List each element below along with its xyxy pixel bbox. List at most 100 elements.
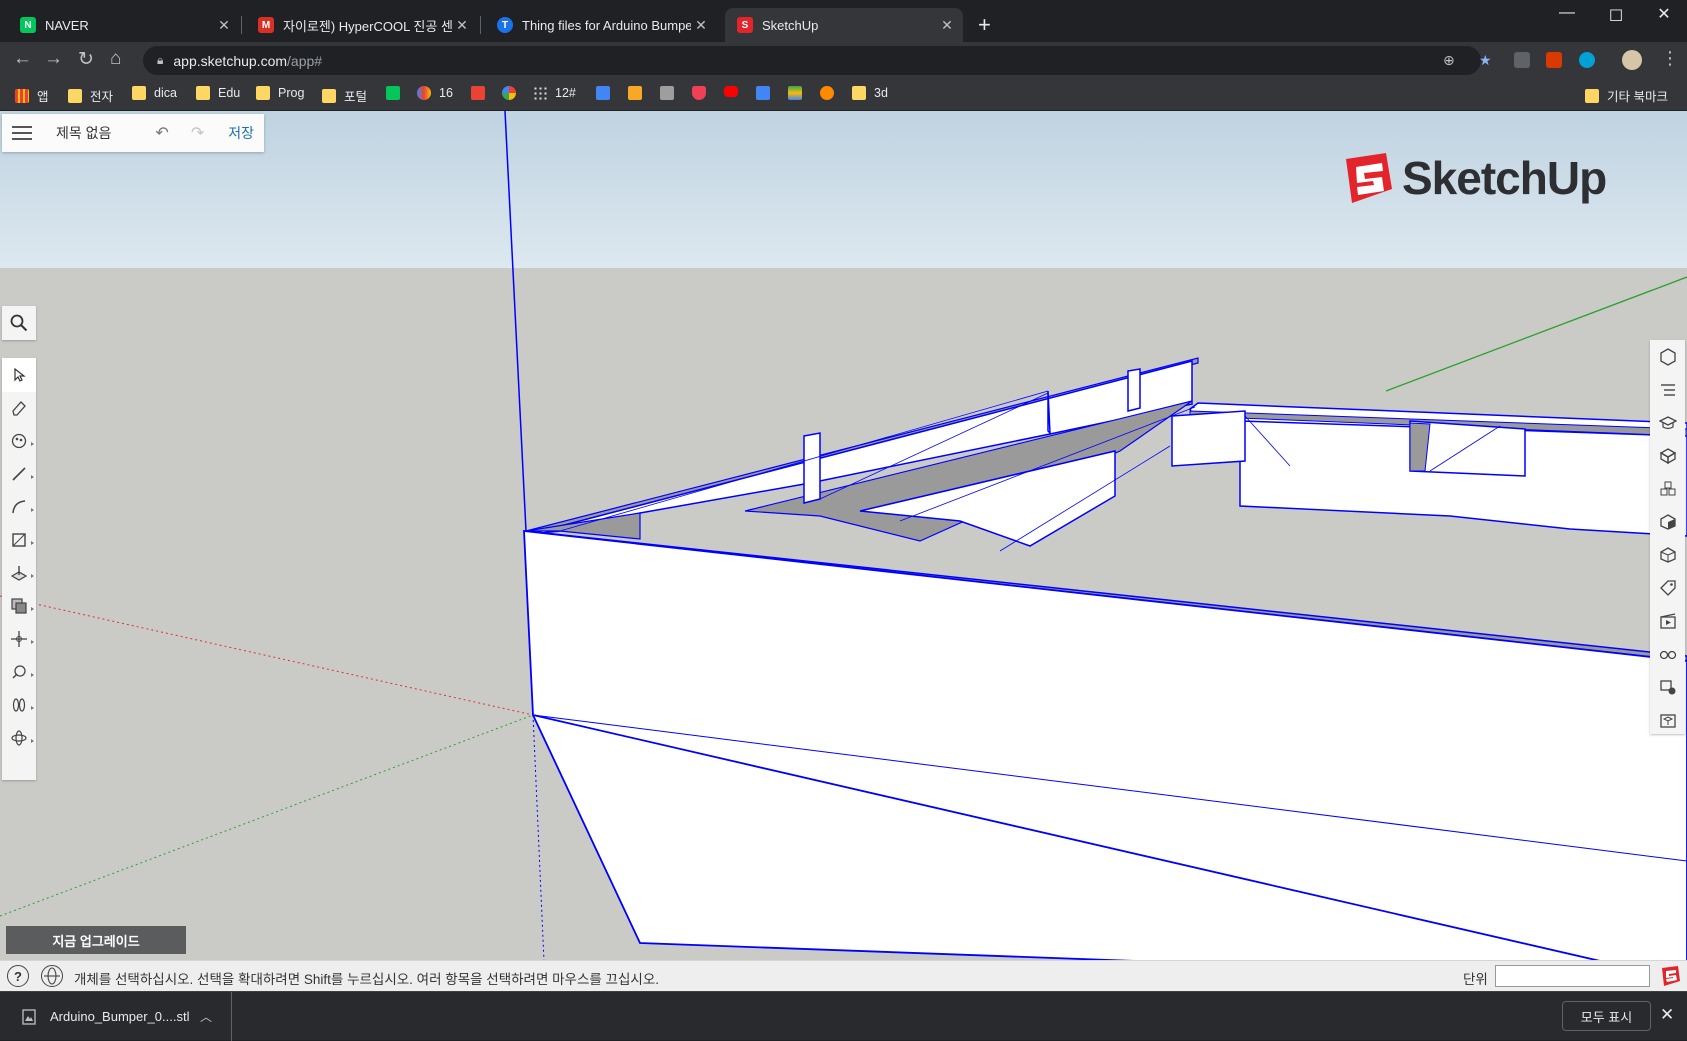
tab-sketchup[interactable]: S SketchUp ✕: [725, 8, 963, 42]
bookmark-dots[interactable]: 12#: [533, 86, 576, 100]
scenes-button[interactable]: [1650, 604, 1685, 637]
3d-warehouse-button[interactable]: [1650, 703, 1685, 736]
3d-warehouse-icon: [1659, 713, 1676, 728]
styles-button[interactable]: [1650, 505, 1685, 538]
maximize-icon[interactable]: ☐: [1596, 6, 1636, 26]
tab-naver[interactable]: N NAVER ✕: [8, 8, 240, 42]
display-icon: [1659, 650, 1676, 659]
bookmark-naver[interactable]: [386, 86, 408, 100]
tape-measure-tool[interactable]: [2, 655, 36, 689]
pencil-tool[interactable]: [2, 457, 36, 491]
home-icon[interactable]: ⌂: [110, 48, 121, 70]
tags-button[interactable]: [1650, 571, 1685, 604]
bookmark-folder[interactable]: 전자: [68, 86, 113, 105]
tab-thingiverse[interactable]: T Thing files for Arduino Bumper ✕: [485, 8, 717, 42]
display-button[interactable]: [1650, 637, 1685, 670]
search-button[interactable]: [2, 306, 36, 340]
folder-icon: [256, 86, 270, 100]
save-button[interactable]: 저장: [228, 123, 254, 143]
tags-icon: [1659, 579, 1676, 596]
select-tool[interactable]: [2, 358, 36, 392]
tab-hypercool[interactable]: M 자이로젠) HyperCOOL 진공 센서 ✕: [246, 8, 478, 42]
bookmark-folder[interactable]: 포털: [322, 86, 367, 105]
components-button[interactable]: [1650, 439, 1685, 472]
bookmark-translate[interactable]: [756, 86, 778, 100]
back-icon[interactable]: ←: [13, 48, 32, 70]
rectangle-tool[interactable]: [2, 523, 36, 557]
help-icon[interactable]: ?: [7, 965, 29, 987]
bookmark-folder[interactable]: Edu: [196, 86, 240, 100]
address-bar[interactable]: 🔒︎ app.sketchup.com/app# ⊕ ★: [143, 46, 1492, 75]
bookmark-daum[interactable]: 16: [417, 86, 453, 100]
outliner-icon: [1660, 383, 1675, 396]
bookmark-gmail[interactable]: [471, 86, 493, 100]
bookmark-star-icon[interactable]: ★: [1479, 52, 1492, 69]
bookmark-folder[interactable]: dica: [132, 86, 177, 100]
outliner-button[interactable]: [1650, 373, 1685, 406]
bookmark-swirl[interactable]: [820, 86, 842, 100]
upgrade-now-button[interactable]: 지금 업그레이드: [6, 926, 186, 954]
move-tool[interactable]: [2, 622, 36, 656]
url-path: /app#: [287, 52, 323, 69]
extension-a-icon[interactable]: [1514, 52, 1530, 68]
bookmark-pocket[interactable]: [692, 86, 714, 100]
undo-icon[interactable]: ↶: [155, 123, 168, 143]
units-input[interactable]: [1495, 965, 1650, 987]
eraser-tool[interactable]: [2, 391, 36, 425]
bookmark-folder[interactable]: 3d: [852, 86, 888, 100]
forward-icon[interactable]: →: [44, 48, 63, 70]
post-3: [1127, 368, 1141, 412]
bookmark-folder[interactable]: Prog: [256, 86, 304, 100]
orbit-tool[interactable]: [2, 721, 36, 755]
minimize-icon[interactable]: —: [1547, 4, 1587, 22]
install-app-icon[interactable]: ⊕: [1443, 52, 1455, 69]
extension-office-icon[interactable]: [1546, 52, 1562, 68]
tab-close-icon[interactable]: ✕: [691, 17, 711, 34]
components-icon: [1659, 447, 1676, 464]
menu-kebab-icon[interactable]: ⋮: [1661, 48, 1679, 69]
orbit-icon: [11, 730, 27, 746]
extension-blue-icon[interactable]: [1579, 52, 1595, 68]
bookmark-r[interactable]: [628, 86, 650, 100]
instructor-button[interactable]: [1650, 406, 1685, 439]
translate-icon: [756, 86, 770, 100]
push-pull-tool[interactable]: [2, 556, 36, 590]
entity-info-button[interactable]: [1650, 340, 1685, 373]
bookmark-photos[interactable]: [502, 86, 524, 100]
globe-icon[interactable]: [41, 965, 63, 987]
download-options-chevron-icon[interactable]: ︿: [200, 1008, 212, 1025]
tab-close-icon[interactable]: ✕: [452, 17, 472, 34]
close-download-shelf-icon[interactable]: ✕: [1660, 1005, 1674, 1025]
solid-tools-button[interactable]: [1650, 670, 1685, 703]
bookmark-print[interactable]: [660, 86, 682, 100]
window-close-icon[interactable]: ✕: [1644, 4, 1684, 24]
arc-tool[interactable]: [2, 490, 36, 524]
redo-icon[interactable]: ↷: [191, 123, 204, 143]
show-all-downloads-button[interactable]: 모두 표시: [1562, 1001, 1651, 1031]
profile-avatar[interactable]: [1622, 50, 1642, 70]
bookmark-apps[interactable]: 앱: [15, 86, 49, 105]
layers-button[interactable]: [1650, 538, 1685, 571]
other-bookmarks[interactable]: 기타 북마크: [1585, 86, 1668, 105]
bookmark-maps[interactable]: [788, 86, 810, 100]
offset-tool[interactable]: [2, 589, 36, 623]
document-title[interactable]: 제목 없음: [56, 123, 111, 143]
tab-close-icon[interactable]: ✕: [937, 17, 957, 34]
reload-icon[interactable]: ↻: [78, 48, 94, 71]
bookmarks-bar: 앱 전자 dica Edu Prog 포털 16 12# 3d 기타 북마크: [0, 79, 1687, 111]
layers-icon: [1659, 546, 1676, 563]
model-viewport[interactable]: [0, 111, 1687, 991]
materials-button[interactable]: [1650, 472, 1685, 505]
paint-bucket-icon: [11, 433, 27, 449]
download-item[interactable]: Arduino_Bumper_0....stl ︿: [0, 992, 232, 1041]
bookmark-youtube[interactable]: [724, 86, 746, 97]
expand-indicator: [31, 640, 34, 644]
tab-close-icon[interactable]: ✕: [214, 17, 234, 34]
expand-indicator: [31, 574, 34, 578]
new-tab-button[interactable]: +: [978, 12, 991, 38]
offset-icon: [11, 598, 27, 614]
walk-tool[interactable]: [2, 688, 36, 722]
bookmark-calendar[interactable]: [596, 86, 618, 100]
hamburger-menu-icon[interactable]: [12, 122, 32, 144]
paint-tool[interactable]: [2, 424, 36, 458]
